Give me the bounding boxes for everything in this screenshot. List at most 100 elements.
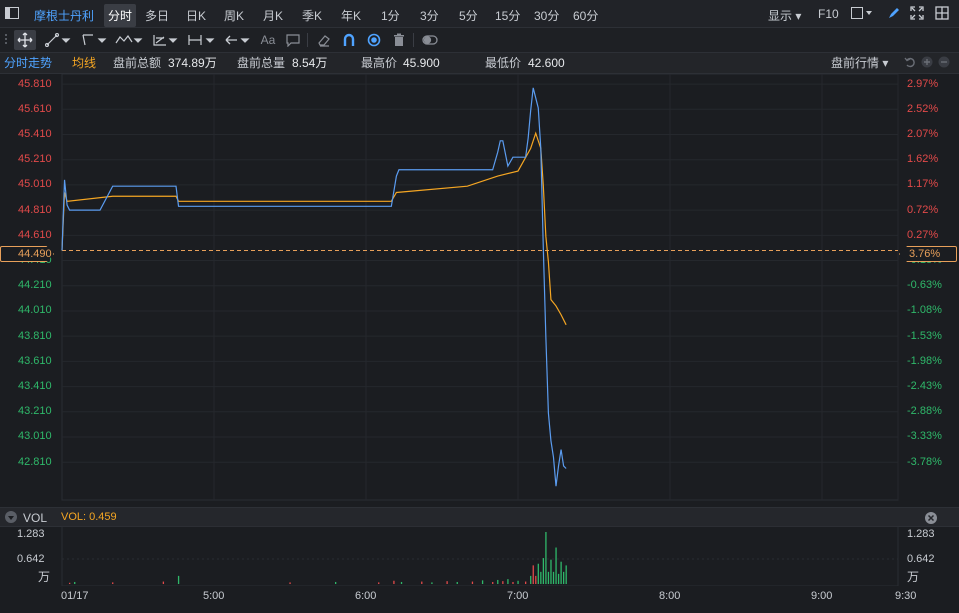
pen-icon[interactable] bbox=[886, 5, 902, 21]
price-chart-canvas[interactable] bbox=[0, 74, 959, 506]
volume-bar bbox=[421, 581, 423, 584]
volume-bar bbox=[507, 579, 509, 584]
volume-value: 8.54万 bbox=[292, 56, 328, 70]
session-dropdown[interactable]: 盘前行情 ▾ bbox=[831, 57, 888, 69]
magnet-icon[interactable] bbox=[341, 32, 357, 48]
grid-layout-icon[interactable] bbox=[934, 5, 950, 21]
volume-bar bbox=[525, 581, 527, 584]
time-tick: 5:00 bbox=[203, 590, 225, 602]
volume-bar bbox=[400, 581, 403, 584]
time-tick: 9:00 bbox=[811, 590, 833, 602]
line-tool-icon[interactable] bbox=[44, 32, 72, 48]
measure-tool-icon[interactable] bbox=[186, 32, 216, 48]
channel-tool-icon[interactable] bbox=[80, 32, 108, 48]
volume-bar bbox=[552, 571, 555, 584]
volume-title: VOL bbox=[23, 511, 48, 525]
volume-chart[interactable]: 1.283 0.642 万 1.283 0.642 万 bbox=[0, 526, 959, 586]
volume-bar bbox=[542, 558, 545, 584]
eraser-icon[interactable] bbox=[316, 32, 332, 48]
volume-bar bbox=[335, 581, 337, 584]
mode-label[interactable]: 分时走势 bbox=[4, 57, 52, 69]
zoom-out-icon[interactable] bbox=[937, 55, 951, 69]
f10-button[interactable]: F10 bbox=[818, 7, 839, 21]
volume-bar bbox=[497, 579, 499, 584]
high-value: 45.900 bbox=[403, 56, 440, 70]
volume-bar bbox=[378, 582, 380, 584]
tab-4[interactable]: 月K bbox=[263, 7, 283, 24]
tab-3[interactable]: 周K bbox=[224, 7, 244, 24]
tab-0[interactable]: 分时 bbox=[104, 4, 137, 27]
ref-price-tag: 44.490 bbox=[0, 246, 54, 262]
low-label: 最低价 bbox=[485, 56, 522, 70]
volume-label: 盘前总量 bbox=[237, 56, 286, 70]
time-tick: 6:00 bbox=[355, 590, 377, 602]
zoom-in-icon[interactable] bbox=[920, 55, 934, 69]
fullscreen-icon[interactable] bbox=[909, 5, 925, 21]
volume-bar bbox=[289, 582, 291, 584]
volume-bar bbox=[535, 575, 537, 584]
time-tick: 7:00 bbox=[507, 590, 529, 602]
visibility-icon[interactable] bbox=[366, 32, 382, 48]
volume-bar bbox=[481, 580, 484, 584]
delete-icon[interactable] bbox=[391, 32, 407, 48]
ref-price-label: 44.490 bbox=[18, 248, 52, 260]
volume-bar bbox=[112, 582, 114, 584]
display-label: 显示 bbox=[768, 9, 793, 23]
toolbar-divider bbox=[307, 33, 308, 47]
volume-bar bbox=[512, 581, 514, 584]
collapse-icon[interactable] bbox=[5, 511, 17, 523]
arrow-tool-icon[interactable] bbox=[223, 32, 251, 48]
move-cursor-icon[interactable] bbox=[14, 30, 36, 50]
tab-6[interactable]: 年K bbox=[341, 7, 361, 24]
volume-bar bbox=[545, 532, 547, 584]
tab-9[interactable]: 5分 bbox=[459, 7, 478, 24]
tab-5[interactable]: 季K bbox=[302, 7, 322, 24]
volume-bar bbox=[557, 573, 560, 584]
session-label: 盘前行情 bbox=[831, 56, 880, 70]
volume-bar bbox=[502, 581, 504, 584]
amount-label: 盘前总额 bbox=[113, 56, 162, 70]
drawing-toolbar: Aa bbox=[0, 28, 959, 53]
toggle-drawings-icon[interactable] bbox=[421, 32, 439, 48]
volume-bar bbox=[471, 581, 474, 584]
tab-12[interactable]: 60分 bbox=[573, 7, 598, 24]
volume-bar bbox=[560, 561, 562, 584]
grip-icon bbox=[3, 33, 9, 47]
text-tool-icon[interactable]: Aa bbox=[258, 32, 278, 48]
tab-8[interactable]: 3分 bbox=[420, 7, 439, 24]
volume-bar bbox=[532, 565, 534, 584]
ref-pct-tag: 3.76% bbox=[899, 246, 957, 262]
volume-bar bbox=[431, 582, 433, 584]
avg-line-label: 均线 bbox=[72, 56, 97, 70]
tab-1[interactable]: 多日 bbox=[145, 7, 169, 24]
volume-canvas[interactable] bbox=[0, 526, 959, 586]
volume-header: VOL VOL: 0.459 bbox=[0, 507, 959, 527]
tab-2[interactable]: 日K bbox=[186, 7, 206, 24]
close-volume-icon[interactable] bbox=[924, 511, 937, 524]
tab-10[interactable]: 15分 bbox=[495, 7, 520, 24]
volume-bar bbox=[177, 575, 180, 584]
sidebar-toggle-icon[interactable] bbox=[4, 6, 20, 20]
display-menu[interactable]: 显示 ▾ bbox=[768, 7, 801, 24]
undo-icon[interactable] bbox=[903, 55, 917, 69]
low-value: 42.600 bbox=[528, 56, 565, 70]
volume-bar bbox=[565, 565, 567, 584]
comment-icon[interactable] bbox=[285, 32, 301, 48]
tab-11[interactable]: 30分 bbox=[534, 7, 559, 24]
volume-bar bbox=[563, 571, 565, 584]
ref-pct-label: 3.76% bbox=[909, 248, 941, 260]
volume-bar bbox=[162, 581, 165, 584]
price-chart[interactable]: 45.810 45.610 45.410 45.210 45.010 44.810 44.6… bbox=[0, 74, 959, 506]
toolbar-divider bbox=[413, 33, 414, 47]
layout-icon[interactable] bbox=[850, 6, 874, 20]
time-tick: 8:00 bbox=[659, 590, 681, 602]
info-bar: 分时走势 均线 盘前总额 374.89万 盘前总量 8.54万 最高价 45.9… bbox=[0, 53, 959, 74]
wave-tool-icon[interactable] bbox=[114, 32, 144, 48]
stock-name[interactable]: 摩根士丹利 bbox=[34, 7, 94, 24]
volume-bar bbox=[547, 571, 550, 584]
volume-bar bbox=[530, 575, 532, 584]
time-tick: 01/17 bbox=[61, 590, 89, 602]
tab-7[interactable]: 1分 bbox=[381, 7, 400, 24]
volume-bar bbox=[393, 580, 395, 584]
fib-tool-icon[interactable] bbox=[151, 32, 179, 48]
